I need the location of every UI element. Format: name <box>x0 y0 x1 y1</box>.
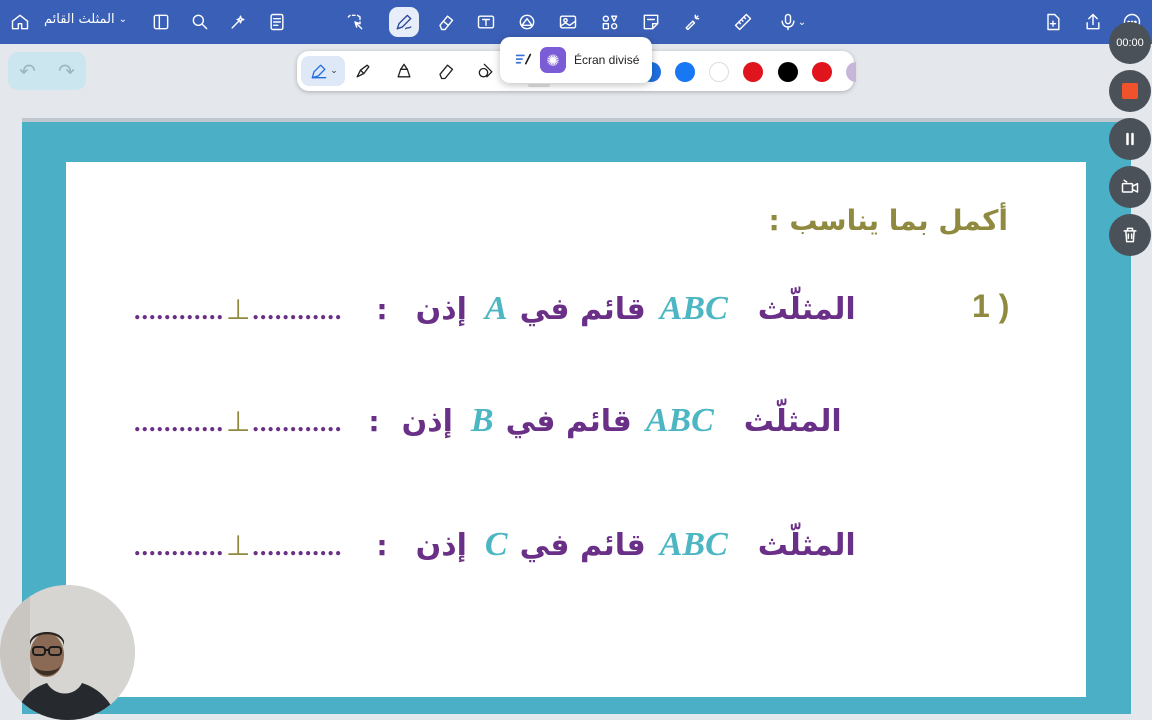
search-icon[interactable] <box>185 7 215 37</box>
highlighter-tool[interactable] <box>347 56 379 86</box>
vertex-label: C <box>484 526 508 563</box>
elements-icon[interactable] <box>595 7 625 37</box>
blank-right[interactable]: ............ <box>252 532 342 562</box>
presenter-video <box>0 585 135 720</box>
sidebar-icon[interactable] <box>146 7 176 37</box>
magic-icon[interactable] <box>223 7 253 37</box>
webcam-bubble[interactable] <box>0 585 135 720</box>
idhan-text: إذن <box>415 528 467 563</box>
document-title[interactable]: المثلث القائم ⌄ <box>44 12 127 27</box>
vertex-label: A <box>484 290 508 327</box>
trash-icon <box>1123 227 1137 243</box>
colon: : <box>368 405 380 438</box>
shapes-icon[interactable] <box>512 7 542 37</box>
laser-icon[interactable] <box>677 7 707 37</box>
exercise-line-3: ............ ⊥ ............ : إذن C قائم… <box>134 526 856 564</box>
stop-recording-button[interactable] <box>1109 70 1151 112</box>
sticky-note-icon[interactable] <box>636 7 666 37</box>
triangle-word: المثلّث <box>743 404 842 439</box>
home-icon[interactable] <box>5 7 35 37</box>
app-window: المثلث القائم ⌄ ⌄ أكمل بما يناسب: 1) .… <box>0 0 1152 720</box>
qaim-text: قائم في <box>519 292 646 327</box>
undo-redo-group: ↶ ↷ <box>8 52 86 90</box>
blank-left[interactable]: ............ <box>134 296 224 326</box>
item-number: 1 ) <box>972 288 1010 324</box>
blank-left[interactable]: ............ <box>134 408 224 438</box>
triangle-name: ABC <box>659 290 728 327</box>
blank-right[interactable]: ............ <box>252 408 342 438</box>
qaim-text: قائم في <box>505 404 632 439</box>
colon: : <box>376 293 388 326</box>
triangle-word: المثلّث <box>757 528 856 563</box>
split-view-app-icon: ✺ <box>540 47 566 73</box>
camera-toggle-button[interactable] <box>1109 166 1151 208</box>
eraser-icon[interactable] <box>430 7 460 37</box>
textbox-icon[interactable] <box>471 7 501 37</box>
perpendicular-symbol: ⊥ <box>226 529 251 562</box>
exercise-line-1: ............ ⊥ ............ : إذن A قائم… <box>134 290 856 328</box>
delete-recording-button[interactable] <box>1109 214 1151 256</box>
stop-icon <box>1122 83 1138 99</box>
split-screen-label: Écran divisé <box>574 53 640 67</box>
split-screen-popup[interactable]: ✺ Écran divisé <box>500 37 652 83</box>
triangle-name: ABC <box>659 526 728 563</box>
chevron-down-icon: ⌄ <box>797 16 807 28</box>
recording-timer: 00:00 <box>1109 22 1151 64</box>
blank-right[interactable]: ............ <box>252 296 342 326</box>
triangle-word: المثلّث <box>757 292 856 327</box>
camera-icon <box>1121 179 1139 193</box>
blank-left[interactable]: ............ <box>134 532 224 562</box>
image-icon[interactable] <box>553 7 583 37</box>
timer-text: 00:00 <box>1116 37 1144 49</box>
chevron-down-icon: ⌄ <box>118 14 127 25</box>
pencil-tool[interactable] <box>388 56 420 86</box>
notes-icon[interactable] <box>262 7 292 37</box>
fountain-pen-tool[interactable]: ⌄ <box>301 56 345 86</box>
eraser-tool[interactable] <box>429 56 461 86</box>
pause-button[interactable] <box>1109 118 1151 160</box>
chevron-down-icon: ⌄ <box>330 66 338 76</box>
exercise-heading: أكمل بما يناسب : <box>768 204 1008 237</box>
color-swatch-black[interactable] <box>778 62 798 82</box>
color-swatch-white[interactable] <box>709 62 729 82</box>
shape-tool[interactable] <box>470 56 502 86</box>
split-handle[interactable] <box>528 84 550 87</box>
redo-button[interactable]: ↷ <box>58 59 75 83</box>
notes-app-icon <box>515 53 532 65</box>
pause-icon <box>1126 132 1134 146</box>
mic-icon[interactable]: ⌄ <box>770 7 814 37</box>
share-icon[interactable] <box>1078 7 1108 37</box>
vertex-label: B <box>470 402 494 439</box>
document-title-text: المثلث القائم <box>44 12 115 27</box>
triangle-name: ABC <box>645 402 714 439</box>
idhan-text: إذن <box>415 292 467 327</box>
color-swatch-blue-2[interactable] <box>675 62 695 82</box>
add-page-icon[interactable] <box>1038 7 1068 37</box>
color-swatch-lilac[interactable] <box>846 62 856 82</box>
ruler-icon[interactable] <box>728 7 758 37</box>
undo-button[interactable]: ↶ <box>19 59 36 83</box>
color-swatch-red[interactable] <box>743 62 763 82</box>
color-swatch-red-2[interactable] <box>812 62 832 82</box>
perpendicular-symbol: ⊥ <box>226 293 251 326</box>
idhan-text: إذن <box>401 404 453 439</box>
pen-icon[interactable] <box>389 7 419 37</box>
exercise-line-2: ............ ⊥ ............ : إذن B قائم… <box>134 402 842 440</box>
perpendicular-symbol: ⊥ <box>226 405 251 438</box>
lasso-icon[interactable] <box>340 7 370 37</box>
qaim-text: قائم في <box>519 528 646 563</box>
colon: : <box>376 529 388 562</box>
